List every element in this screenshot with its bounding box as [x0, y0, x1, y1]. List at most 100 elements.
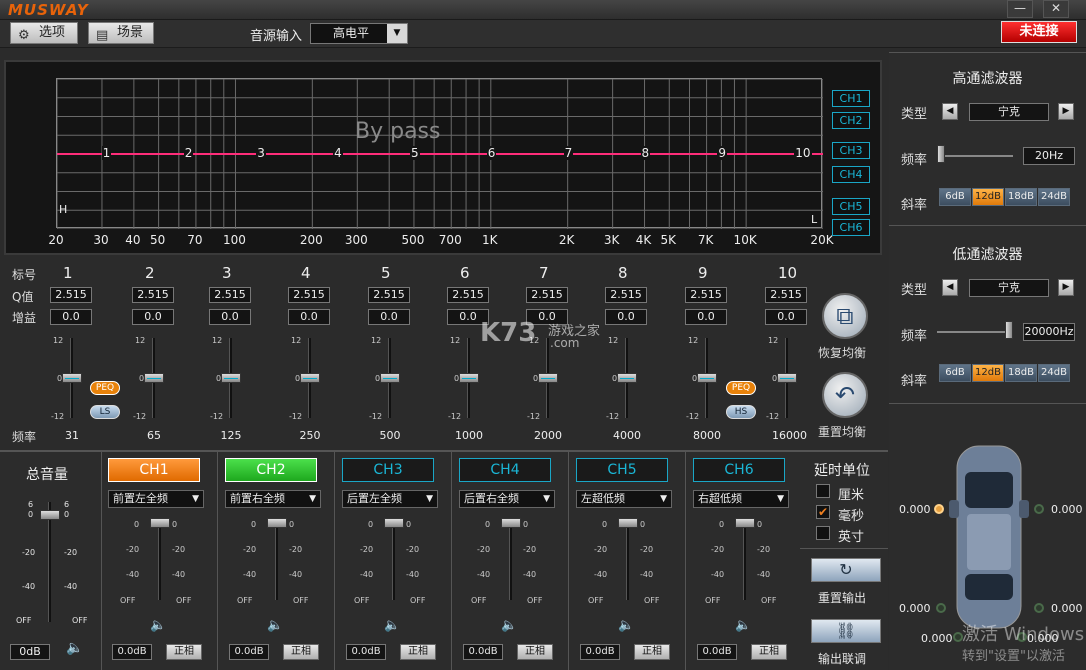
eq-channel-tag[interactable]: CH2 — [832, 112, 870, 129]
speaker-icon[interactable]: 🔈 — [66, 640, 83, 656]
band-gain-input[interactable]: 0.0 — [605, 309, 647, 325]
lpf-type-value[interactable]: 宁克 — [969, 279, 1049, 297]
speaker-fl-dot[interactable] — [934, 504, 944, 514]
unit-ms-checkbox[interactable]: ✔ — [816, 505, 830, 519]
band-gain-slider[interactable]: 12 0 -12 — [210, 336, 250, 422]
speaker-rr-dot[interactable] — [1034, 603, 1044, 613]
channel-phase-button[interactable]: 正相 — [283, 644, 319, 660]
slider-knob[interactable] — [384, 518, 404, 528]
eq-point-label[interactable]: 3 — [256, 146, 266, 160]
hpf-freq-slider[interactable] — [937, 155, 1013, 157]
slider-knob[interactable] — [501, 518, 521, 528]
channel-phase-button[interactable]: 正相 — [517, 644, 553, 660]
eq-point-label[interactable]: 7 — [563, 146, 574, 160]
slider-knob[interactable] — [538, 373, 558, 383]
hpf-slope-12db[interactable]: 12dB — [972, 188, 1004, 206]
channel-volume-slider[interactable]: 0 0 -20 -20 -40 -40 OFF OFF — [229, 518, 325, 605]
channel-assign-select[interactable]: 左超低频 ▼ — [576, 490, 672, 508]
lpf-freq-slider[interactable] — [937, 331, 1013, 333]
band-gain-input[interactable]: 0.0 — [288, 309, 330, 325]
slider-knob[interactable] — [267, 518, 287, 528]
master-volume-rail[interactable] — [48, 502, 51, 622]
band-gain-slider[interactable]: 12 0 -12 — [133, 336, 173, 422]
slider-knob[interactable] — [380, 373, 400, 383]
band-gain-slider[interactable]: 12 0 -12 — [527, 336, 567, 422]
hpf-marker[interactable]: H — [59, 203, 67, 216]
reset-eq-button[interactable]: ↶ — [822, 372, 868, 418]
eq-channel-tag[interactable]: CH5 — [832, 198, 870, 215]
eq-point-label[interactable]: 10 — [794, 146, 812, 160]
band-gain-input[interactable]: 0.0 — [209, 309, 251, 325]
channel-header[interactable]: CH4 — [459, 458, 551, 482]
hpf-type-prev[interactable]: ◀ — [942, 103, 958, 120]
band-q-input[interactable]: 2.515 — [685, 287, 727, 303]
unit-cm-checkbox[interactable] — [816, 484, 830, 498]
band-gain-slider[interactable]: 12 0 -12 — [448, 336, 488, 422]
channel-phase-button[interactable]: 正相 — [400, 644, 436, 660]
speaker-icon[interactable]: 🔈 — [501, 618, 519, 633]
close-button[interactable]: ✕ — [1043, 0, 1069, 18]
connect-button[interactable]: 未连接 — [1001, 21, 1077, 43]
ls-button[interactable]: LS — [90, 405, 120, 419]
hpf-freq-knob[interactable] — [937, 145, 945, 163]
channel-volume-slider[interactable]: 0 0 -20 -20 -40 -40 OFF OFF — [346, 518, 442, 605]
master-volume-value[interactable]: 0dB — [10, 644, 50, 660]
eq-point-label[interactable]: 8 — [640, 146, 651, 160]
master-volume-knob[interactable] — [40, 510, 60, 520]
slider-knob[interactable] — [221, 373, 241, 383]
band-gain-slider[interactable]: 12 0 -12 — [606, 336, 646, 422]
band-gain-input[interactable]: 0.0 — [368, 309, 410, 325]
band-q-input[interactable]: 2.515 — [526, 287, 568, 303]
band-gain-slider[interactable]: 12 0 -12 — [766, 336, 806, 422]
band-gain-input[interactable]: 0.0 — [132, 309, 174, 325]
restore-eq-button[interactable]: ⧉ — [822, 293, 868, 339]
speaker-icon[interactable]: 🔈 — [384, 618, 402, 633]
band-q-input[interactable]: 2.515 — [50, 287, 92, 303]
eq-point-label[interactable]: 1 — [101, 146, 112, 160]
band-gain-slider[interactable]: 12 0 -12 — [51, 336, 91, 422]
slider-knob[interactable] — [617, 373, 637, 383]
hpf-slope-18db[interactable]: 18dB — [1005, 188, 1037, 206]
channel-volume-slider[interactable]: 0 0 -20 -20 -40 -40 OFF OFF — [697, 518, 793, 605]
eq-point-label[interactable]: 9 — [717, 146, 728, 160]
band-gain-input[interactable]: 0.0 — [50, 309, 92, 325]
slider-knob[interactable] — [459, 373, 479, 383]
hpf-slope-24db[interactable]: 24dB — [1038, 188, 1070, 206]
channel-header[interactable]: CH1 — [108, 458, 200, 482]
band-q-input[interactable]: 2.515 — [132, 287, 174, 303]
lpf-type-prev[interactable]: ◀ — [942, 279, 958, 296]
channel-volume-value[interactable]: 0.0dB — [229, 644, 269, 660]
channel-header[interactable]: CH5 — [576, 458, 668, 482]
lpf-freq-value[interactable]: 20000Hz — [1023, 323, 1075, 341]
unit-inch-checkbox[interactable] — [816, 526, 830, 540]
slider-knob[interactable] — [300, 373, 320, 383]
channel-header[interactable]: CH6 — [693, 458, 785, 482]
slider-rail[interactable] — [626, 522, 629, 600]
slider-rail[interactable] — [158, 522, 161, 600]
lpf-slope-12db[interactable]: 12dB — [972, 364, 1004, 382]
link-output-button[interactable]: ⛓ — [811, 619, 881, 643]
peq-button-band9[interactable]: PEQ — [726, 381, 756, 395]
lpf-slope-24db[interactable]: 24dB — [1038, 364, 1070, 382]
band-gain-input[interactable]: 0.0 — [685, 309, 727, 325]
eq-channel-tag[interactable]: CH6 — [832, 219, 870, 236]
band-q-input[interactable]: 2.515 — [209, 287, 251, 303]
channel-volume-slider[interactable]: 0 0 -20 -20 -40 -40 OFF OFF — [580, 518, 676, 605]
minimize-button[interactable]: — — [1007, 0, 1033, 18]
options-button[interactable]: ⚙ 选项 — [10, 22, 78, 44]
lpf-freq-knob[interactable] — [1005, 321, 1013, 339]
slider-knob[interactable] — [777, 373, 797, 383]
channel-volume-value[interactable]: 0.0dB — [112, 644, 152, 660]
channel-header[interactable]: CH3 — [342, 458, 434, 482]
eq-point-label[interactable]: 5 — [409, 146, 420, 160]
channel-phase-button[interactable]: 正相 — [634, 644, 670, 660]
lpf-slope-18db[interactable]: 18dB — [1005, 364, 1037, 382]
source-select[interactable]: 高电平 ▼ — [310, 23, 408, 44]
band-q-input[interactable]: 2.515 — [765, 287, 807, 303]
speaker-icon[interactable]: 🔈 — [618, 618, 636, 633]
speaker-fr-dot[interactable] — [1034, 504, 1044, 514]
channel-volume-value[interactable]: 0.0dB — [463, 644, 503, 660]
reset-output-button[interactable]: ↻ — [811, 558, 881, 582]
hpf-type-value[interactable]: 宁克 — [969, 103, 1049, 121]
band-gain-slider[interactable]: 12 0 -12 — [686, 336, 726, 422]
